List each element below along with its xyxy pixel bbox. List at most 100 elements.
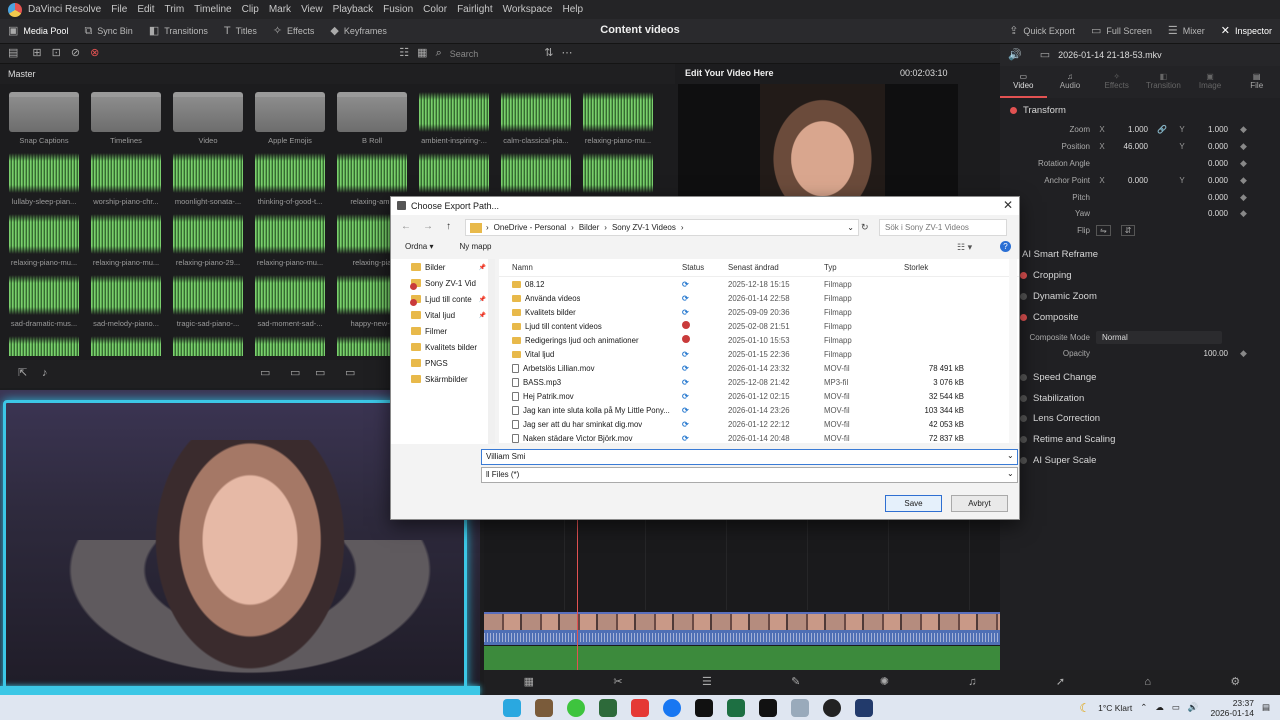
keyframe-icon[interactable]: ◆ bbox=[1240, 192, 1247, 203]
file-row[interactable]: Jag ser att du har sminkat dig.mov ⟳ 2026-… bbox=[499, 417, 1019, 431]
file-row[interactable]: 08.12 ⟳ 2025-12-18 15:15 Filmapp bbox=[499, 277, 1019, 291]
home-icon[interactable]: ⌂ bbox=[1144, 677, 1151, 688]
battery-icon[interactable]: ▭ bbox=[1172, 702, 1180, 713]
import-icon[interactable]: ⊞ bbox=[32, 48, 41, 59]
smart-reframe-section[interactable]: AI Smart Reframe bbox=[1022, 244, 1272, 264]
settings-icon[interactable]: ⚙ bbox=[1230, 677, 1240, 688]
keyframe-icon[interactable]: ◆ bbox=[1240, 208, 1247, 219]
audio-clip[interactable]: thinking-of-good-t... bbox=[254, 153, 326, 211]
audio-clip[interactable]: relaxing-piano-29... bbox=[172, 214, 244, 272]
transform-section[interactable]: Transform bbox=[1010, 100, 1272, 120]
menu-trim[interactable]: Trim bbox=[165, 4, 185, 15]
enabled-dot-icon[interactable] bbox=[1020, 435, 1027, 443]
forward-icon[interactable]: → bbox=[423, 221, 433, 232]
dialog-search-input[interactable]: Sök i Sony ZV-1 Videos bbox=[879, 219, 1007, 236]
bin-folder[interactable]: Snap Captions bbox=[8, 92, 80, 150]
audio-clip[interactable]: sad-melody-piano... bbox=[90, 275, 162, 333]
youtube-icon[interactable] bbox=[631, 699, 649, 717]
file-row[interactable]: Kvalitets bilder ⟳ 2025-09-09 20:36 Filmapp bbox=[499, 305, 1019, 319]
dynamic-zoom-section[interactable]: Dynamic Zoom bbox=[1020, 286, 1280, 306]
composite-section[interactable]: Composite bbox=[1020, 307, 1280, 327]
menu-edit[interactable]: Edit bbox=[137, 4, 154, 15]
capcut-icon[interactable] bbox=[695, 699, 713, 717]
yaw-field[interactable]: 0.000 bbox=[1188, 209, 1228, 218]
thumb-view-icon[interactable]: ▦ bbox=[417, 48, 427, 59]
cloud-icon[interactable]: ☁ bbox=[1155, 702, 1164, 713]
nav-item[interactable]: Skärmbilder bbox=[391, 371, 490, 387]
file-row[interactable]: Ljud till content videos 2025-02-08 21:51… bbox=[499, 319, 1019, 333]
file-row[interactable]: Vital ljud ⟳ 2025-01-15 22:36 Filmapp bbox=[499, 347, 1019, 361]
audio-clip[interactable]: relaxing-piano-mu... bbox=[90, 214, 162, 272]
tab-audio[interactable]: ♫ Audio bbox=[1047, 66, 1094, 98]
tool-icon-4[interactable]: ▭ bbox=[345, 368, 355, 379]
xbox-icon[interactable] bbox=[567, 699, 585, 717]
column-size[interactable]: Storlek bbox=[904, 263, 964, 272]
tab-file[interactable]: ▤ File bbox=[1233, 66, 1280, 98]
enabled-dot-icon[interactable] bbox=[1020, 414, 1027, 422]
app-icon-12[interactable] bbox=[855, 699, 873, 717]
nav-scrollbar[interactable] bbox=[488, 259, 495, 444]
tab-image[interactable]: ▣ Image bbox=[1187, 66, 1234, 98]
keyframes-button[interactable]: ◆ Keyframes bbox=[322, 19, 394, 44]
audio-track-2[interactable] bbox=[484, 646, 1000, 670]
video-track-clip[interactable] bbox=[484, 612, 1000, 630]
sidebar-toggle-icon[interactable]: ▤ bbox=[8, 48, 18, 59]
minecraft-icon[interactable] bbox=[535, 699, 553, 717]
edit-page-icon[interactable]: ☰ bbox=[702, 677, 712, 688]
bin-folder[interactable]: B Roll bbox=[336, 92, 408, 150]
inspector-button[interactable]: ✕ Inspector bbox=[1213, 19, 1280, 44]
tab-video[interactable]: ▭ Video bbox=[1000, 66, 1047, 98]
zoom-y-field[interactable]: 1.000 bbox=[1188, 125, 1228, 134]
column-type[interactable]: Typ bbox=[824, 263, 904, 272]
chevron-down-icon[interactable]: ⌄ bbox=[1007, 469, 1014, 478]
chevron-down-icon[interactable]: ⌄ bbox=[847, 223, 854, 232]
keyframe-icon[interactable]: ◆ bbox=[1240, 158, 1247, 169]
opacity-field[interactable]: 100.00 bbox=[1188, 349, 1228, 358]
keyframe-icon[interactable]: ◆ bbox=[1240, 348, 1247, 359]
column-status[interactable]: Status bbox=[675, 263, 728, 272]
audio-clip[interactable]: ambient-inspiring-... bbox=[418, 92, 490, 150]
mixer-button[interactable]: ☰ Mixer bbox=[1160, 19, 1213, 44]
cut-page-icon[interactable]: ✂ bbox=[613, 677, 622, 688]
file-row[interactable]: Använda videos ⟳ 2026-01-14 22:58 Filmapp bbox=[499, 291, 1019, 305]
close-icon[interactable]: ✕ bbox=[1003, 198, 1013, 212]
menu-fairlight[interactable]: Fairlight bbox=[457, 4, 493, 15]
nav-item[interactable]: Filmer bbox=[391, 323, 490, 339]
weather-text[interactable]: 1°C Klart bbox=[1098, 703, 1132, 713]
link-icon[interactable]: 🔗 bbox=[1148, 125, 1176, 134]
tab-effects[interactable]: ✧ Effects bbox=[1093, 66, 1140, 98]
breadcrumb-sony[interactable]: Sony ZV-1 Videos bbox=[612, 223, 676, 232]
help-icon[interactable]: ? bbox=[1000, 241, 1011, 252]
file-row[interactable]: Naken städare Victor Björk.mov ⟳ 2026-01-1… bbox=[499, 431, 1019, 443]
nav-item[interactable]: Sony ZV-1 Vid bbox=[391, 275, 490, 291]
search-icon[interactable]: ⌕ bbox=[436, 48, 442, 59]
column-name[interactable]: Namn bbox=[499, 263, 675, 272]
facebook-icon[interactable] bbox=[663, 699, 681, 717]
panel-icon[interactable]: ⇱ bbox=[18, 368, 27, 379]
audio-clip[interactable]: relaxing-piano-mu... bbox=[254, 214, 326, 272]
enabled-dot-icon[interactable] bbox=[1020, 271, 1027, 279]
menu-workspace[interactable]: Workspace bbox=[503, 4, 553, 15]
sort-icon[interactable]: ⇅ bbox=[544, 48, 553, 59]
nav-item[interactable]: Bilder 📌 bbox=[391, 259, 490, 275]
audio-clip[interactable] bbox=[8, 336, 80, 356]
zoom-x-field[interactable]: 1.000 bbox=[1108, 125, 1148, 134]
cancel-button[interactable]: Avbryt bbox=[951, 495, 1008, 512]
notification-icon[interactable]: ▤ bbox=[1262, 702, 1270, 713]
media-pool-button[interactable]: ▣ Media Pool bbox=[0, 19, 76, 44]
audio-clip[interactable]: worship-piano-chr... bbox=[90, 153, 162, 211]
audio-clip[interactable]: sad-moment-sad-... bbox=[254, 275, 326, 333]
bin-folder[interactable]: Timelines bbox=[90, 92, 162, 150]
anchor-x-field[interactable]: 0.000 bbox=[1108, 176, 1148, 185]
composite-mode-select[interactable]: Normal bbox=[1096, 330, 1222, 344]
audio-icon[interactable]: ♪ bbox=[42, 368, 48, 379]
menu-file[interactable]: File bbox=[111, 4, 127, 15]
transitions-button[interactable]: ◧ Transitions bbox=[141, 19, 216, 44]
titles-button[interactable]: T Titles bbox=[216, 19, 265, 44]
nav-item[interactable]: PNGS bbox=[391, 355, 490, 371]
anchor-y-field[interactable]: 0.000 bbox=[1188, 176, 1228, 185]
retime-section[interactable]: Retime and Scaling bbox=[1020, 429, 1280, 449]
quick-export-button[interactable]: ⇪ Quick Export bbox=[1001, 19, 1083, 44]
enabled-dot-icon[interactable] bbox=[1020, 456, 1027, 464]
address-bar[interactable]: › OneDrive - Personal › Bilder › Sony ZV… bbox=[465, 219, 859, 236]
